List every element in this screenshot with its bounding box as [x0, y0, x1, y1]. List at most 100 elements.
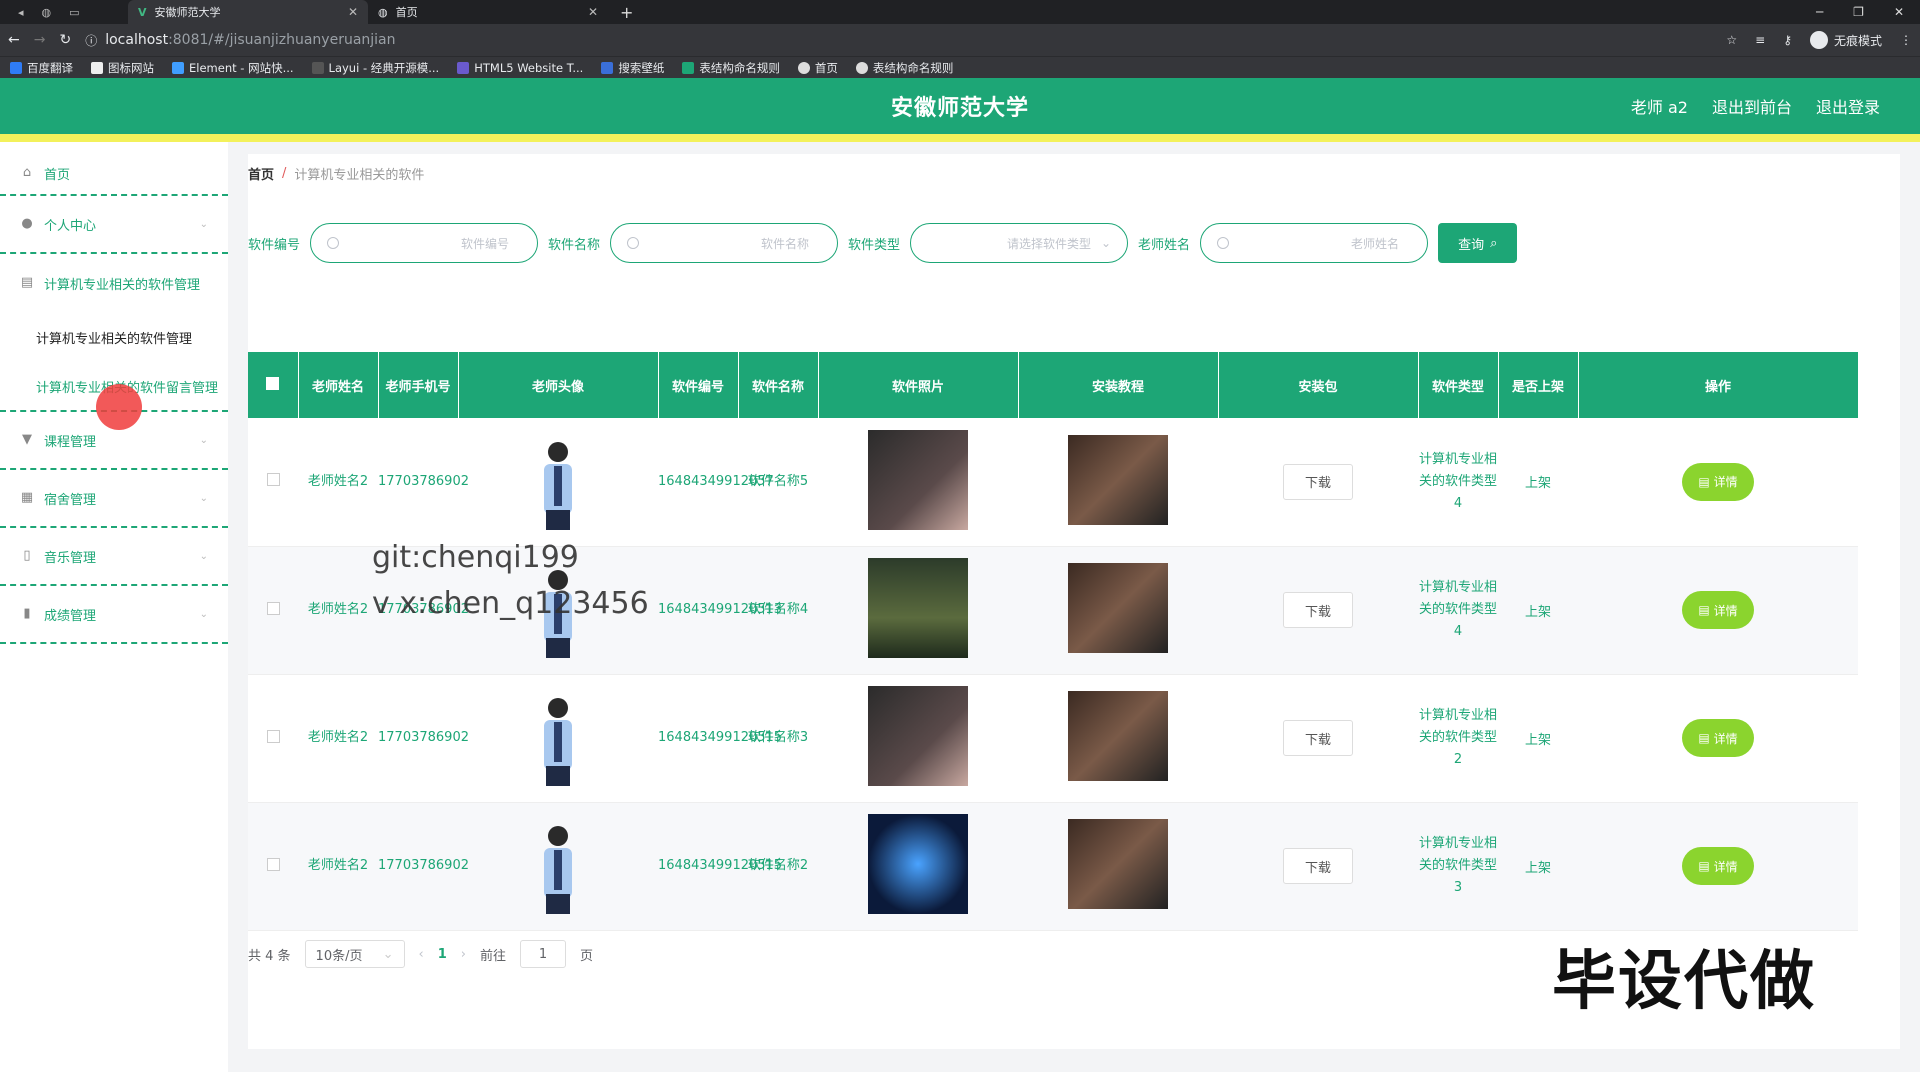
window-icon[interactable]: ▭ [69, 6, 79, 19]
row-checkbox[interactable] [266, 473, 280, 487]
chart-icon: ▮ [23, 606, 31, 621]
to-front-link[interactable]: 退出到前台 [1712, 94, 1792, 118]
sidebar-subitem-software[interactable]: 计算机专业相关的软件管理 [0, 312, 228, 362]
bookmark-item[interactable]: 表结构命名规则 [855, 60, 953, 76]
package-cell: 下载 [1218, 674, 1418, 803]
pagination: 共 4 条 10条/页 ⌄ ‹ 1 › 前往 1 页 [248, 940, 593, 968]
logout-link[interactable]: 退出登录 [1816, 94, 1880, 118]
reading-list-icon[interactable]: ≡ [1755, 33, 1765, 47]
bookmark-item[interactable]: 百度翻译 [10, 60, 73, 76]
query-button[interactable]: 查询 ⌕ [1438, 223, 1518, 263]
document-icon: ▤ [1698, 859, 1710, 873]
column-header: 安装教程 [1018, 352, 1219, 418]
download-button[interactable]: 下载 [1283, 592, 1353, 628]
page-number-current[interactable]: 1 [438, 947, 447, 962]
row-checkbox[interactable] [266, 729, 280, 743]
teacher-avatar-cell [458, 802, 658, 931]
sidebar-item-grade[interactable]: ▮ 成绩管理 ⌄ [0, 586, 228, 644]
detail-button[interactable]: ▤ 详情 [1682, 719, 1754, 757]
tab-anhui[interactable]: V 安徽师范大学 ✕ [128, 0, 368, 24]
tab-back-icon[interactable]: ◂ [18, 6, 24, 19]
software-photo[interactable] [868, 814, 968, 914]
download-button[interactable]: 下载 [1283, 463, 1353, 500]
bookmark-item[interactable]: 搜索壁纸 [601, 60, 664, 76]
tutorial-video-thumbnail[interactable] [1068, 691, 1168, 781]
software-photo[interactable] [868, 558, 968, 658]
software-type: 计算机专业相关的软件类型3 [1418, 836, 1497, 895]
software-code-input[interactable]: 软件编号 [310, 223, 539, 263]
software-photo[interactable] [868, 429, 968, 530]
browser-tabbar: ◂ ◍ ▭ V 安徽师范大学 ✕ ◍ 首页 ✕ + ─ ❐ ✕ [0, 0, 1920, 24]
element-icon [172, 61, 184, 74]
breadcrumb-home[interactable]: 首页 [248, 164, 274, 183]
tutorial-video-thumbnail[interactable] [1068, 819, 1168, 909]
row-checkbox[interactable] [266, 857, 280, 871]
download-button[interactable]: 下载 [1283, 720, 1353, 756]
software-code-cell: 164843499120515 [658, 802, 782, 931]
teacher-phone-cell: 17703786902 [378, 674, 469, 803]
next-page-icon[interactable]: › [461, 947, 466, 962]
browser-tools: ☆ ≡ ⚷ 无痕模式 ⋮ [1726, 31, 1912, 49]
translate-icon [10, 61, 22, 74]
sidebar-item-software[interactable]: ▤ 计算机专业相关的软件管理 [0, 254, 228, 312]
close-icon[interactable]: ✕ [588, 5, 598, 19]
incognito-label: 无痕模式 [1833, 33, 1882, 48]
close-icon[interactable]: ✕ [348, 5, 358, 19]
page-size-select[interactable]: 10条/页 ⌄ [304, 940, 405, 968]
select-all-checkbox[interactable] [266, 376, 280, 390]
new-tab-button[interactable]: + [608, 3, 645, 22]
menu-icon[interactable]: ⋮ [1900, 33, 1912, 47]
software-type-cell: 计算机专业相关的软件类型4 [1418, 546, 1498, 675]
bookmark-item[interactable]: 表结构命名规则 [682, 60, 780, 76]
globe-icon[interactable]: ◍ [42, 6, 52, 19]
sidebar-item-personal[interactable]: ● 个人中心 ⌄ [0, 196, 228, 254]
column-header: 老师姓名 [298, 352, 379, 418]
sidebar-item-home[interactable]: ⌂ 首页 [0, 152, 228, 196]
software-type-select[interactable]: 请选择软件类型 ⌄ [910, 223, 1129, 263]
dorm-icon: ▦ [20, 490, 34, 505]
close-window-icon[interactable]: ✕ [1894, 5, 1904, 19]
bookmark-item[interactable]: 首页 [797, 60, 838, 76]
pagination-total: 共 4 条 [248, 948, 291, 964]
detail-button[interactable]: ▤ 详情 [1682, 462, 1754, 501]
url-path: :8081/#/jisuanjizhuanyeruanjian [168, 32, 396, 48]
sidebar-item-dorm[interactable]: ▦ 宿舍管理 ⌄ [0, 470, 228, 528]
bookmark-item[interactable]: Layui - 经典开源模... [311, 60, 439, 76]
forward-icon[interactable]: → [34, 32, 46, 48]
prev-page-icon[interactable]: ‹ [419, 947, 424, 962]
bookmark-label: Element - 网站快... [189, 60, 294, 75]
teacher-name-cell: 老师姓名2 [298, 418, 378, 547]
chevron-down-icon: ⌄ [382, 946, 394, 962]
restore-icon[interactable]: ❐ [1853, 5, 1864, 19]
incognito-indicator[interactable]: 无痕模式 [1809, 31, 1882, 49]
bookmark-item[interactable]: 图标网站 [91, 60, 154, 76]
software-code-cell: 164843499120513 [658, 546, 782, 675]
row-checkbox[interactable] [266, 601, 280, 615]
bookmark-item[interactable]: HTML5 Website T... [457, 61, 583, 75]
url-field[interactable]: ⓘ localhost:8081/#/jisuanjizhuanyeruanji… [85, 32, 1712, 49]
download-button[interactable]: 下载 [1283, 848, 1353, 884]
user-name: 老师 a2 [1630, 98, 1688, 117]
star-icon[interactable]: ☆ [1726, 33, 1737, 47]
tutorial-video-thumbnail[interactable] [1068, 563, 1168, 653]
sidebar-label: 个人中心 [44, 218, 97, 234]
reload-icon[interactable]: ↻ [59, 32, 71, 48]
teacher-name-input[interactable]: 老师姓名 [1200, 223, 1429, 263]
tab-home[interactable]: ◍ 首页 ✕ [368, 0, 608, 24]
goto-page-input[interactable]: 1 [520, 940, 567, 968]
select-all-cell [248, 352, 299, 418]
action-cell: ▤ 详情 [1578, 802, 1858, 931]
software-photo-cell [818, 674, 1018, 803]
software-photo[interactable] [868, 686, 968, 786]
label-software-name: 软件名称 [548, 237, 601, 253]
software-name-cell: 软件名称3 [738, 674, 818, 803]
software-name-input[interactable]: 软件名称 [610, 223, 839, 263]
minimize-icon[interactable]: ─ [1816, 5, 1823, 19]
detail-button[interactable]: ▤ 详情 [1682, 847, 1754, 885]
key-icon[interactable]: ⚷ [1783, 33, 1792, 47]
tutorial-video-thumbnail[interactable] [1068, 434, 1168, 525]
sidebar-item-music[interactable]: ▯ 音乐管理 ⌄ [0, 528, 228, 586]
back-icon[interactable]: ← [8, 32, 20, 48]
detail-button[interactable]: ▤ 详情 [1682, 591, 1754, 629]
bookmark-item[interactable]: Element - 网站快... [172, 60, 294, 76]
